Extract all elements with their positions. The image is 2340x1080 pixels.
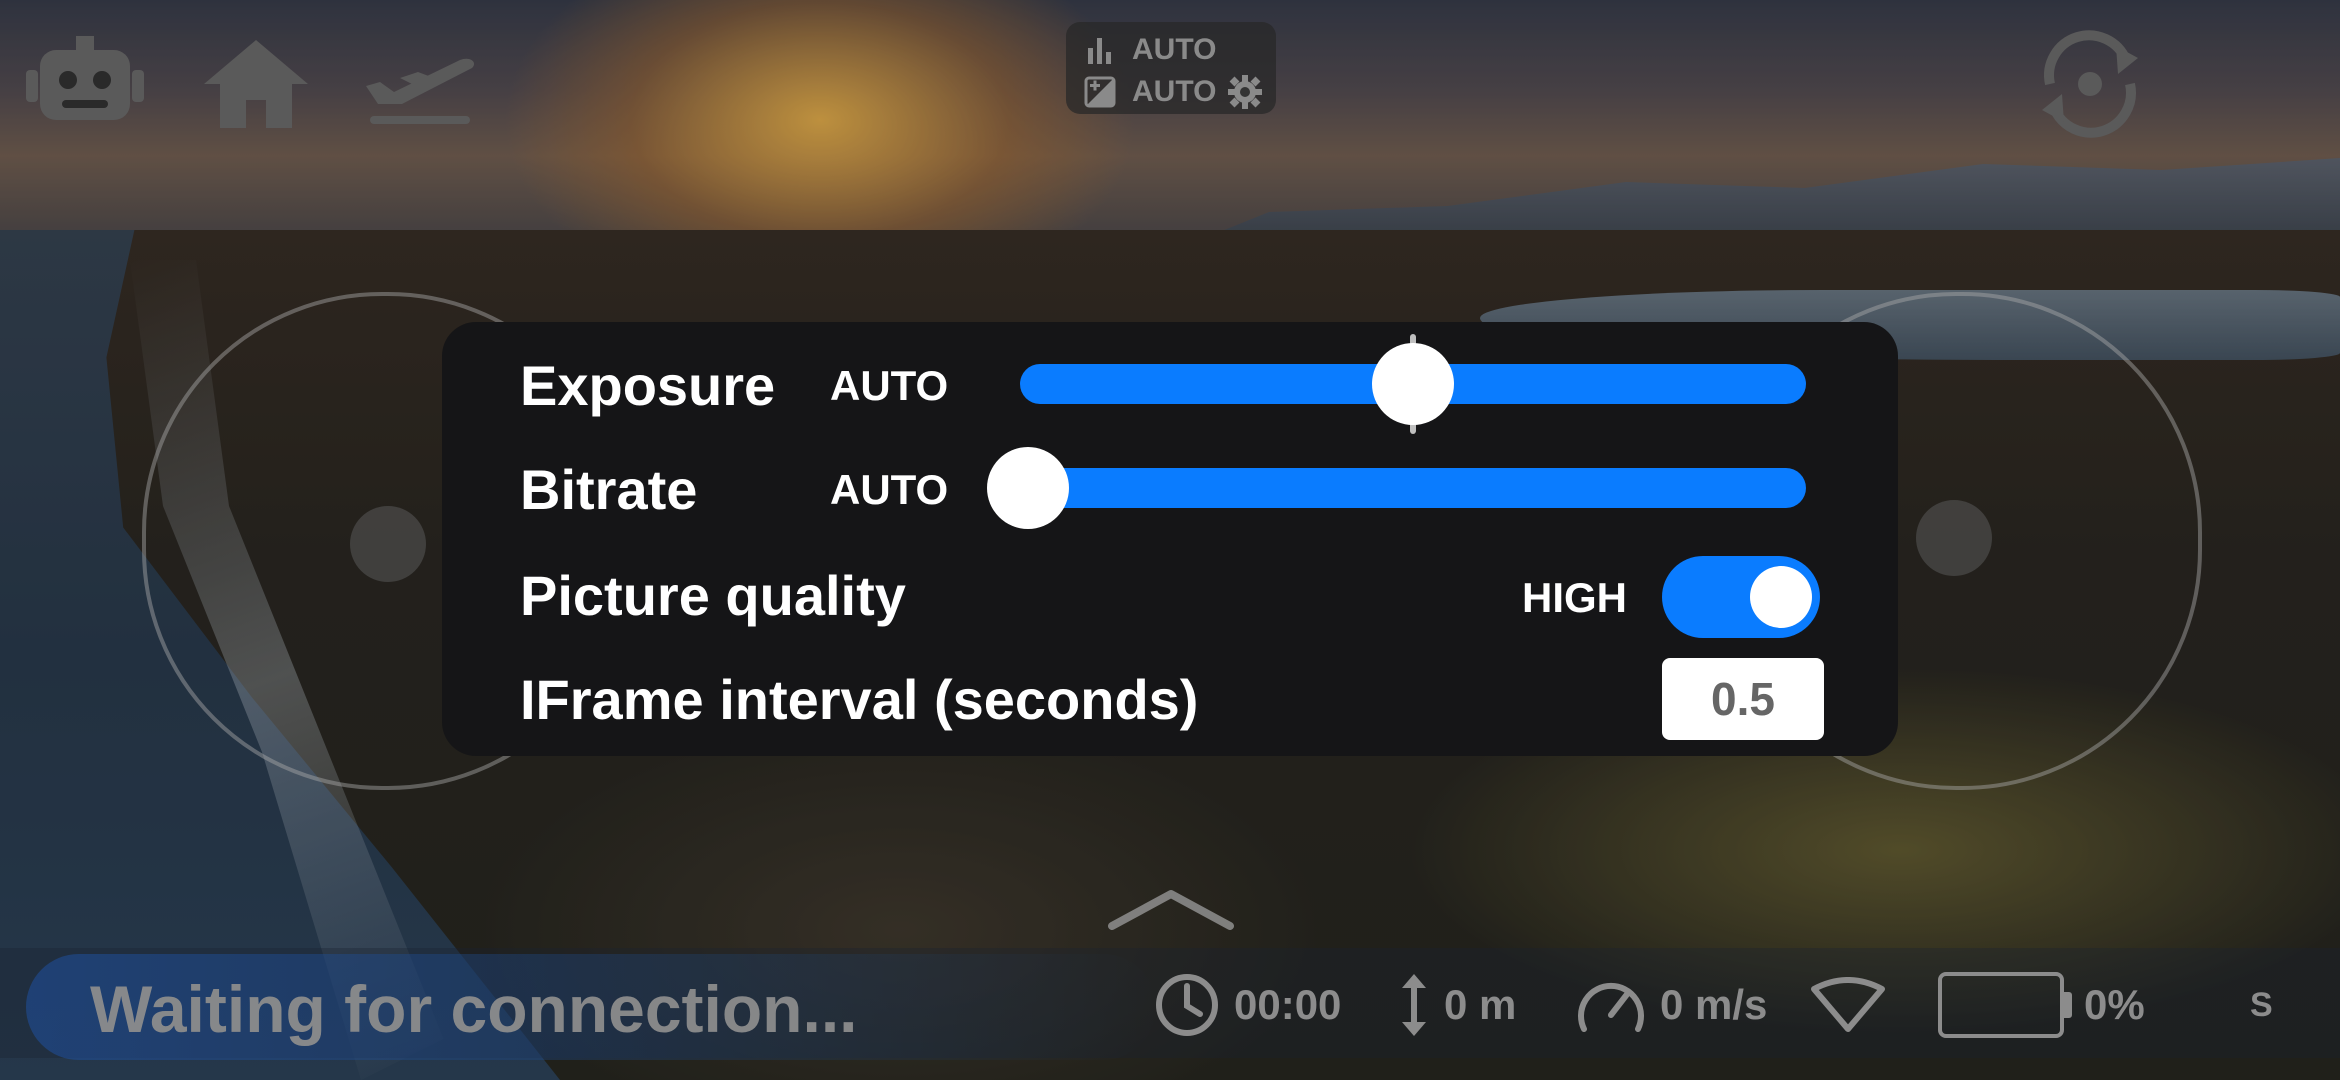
rotate-camera-icon[interactable]: [2030, 26, 2150, 142]
video-settings-panel: Exposure AUTO Bitrate AUTO Picture quali…: [442, 322, 1898, 756]
battery-icon: [1938, 972, 2072, 1038]
exposure-icon: [1084, 76, 1116, 108]
plane-takeoff-icon[interactable]: [360, 38, 480, 128]
bitrate-slider-track[interactable]: [1020, 468, 1806, 508]
battery-value: 0%: [2084, 981, 2145, 1028]
altitude-stat: 0 m: [1398, 968, 1516, 1042]
exposure-slider-thumb[interactable]: [1372, 343, 1454, 425]
picture-quality-label: Picture quality: [520, 564, 906, 627]
battery-stat: 0%: [2084, 968, 2145, 1042]
picture-quality-toggle[interactable]: [1662, 556, 1820, 638]
connection-status-text: Waiting for connection...: [90, 972, 858, 1046]
wifi-icon: [1811, 977, 1885, 1032]
speed-stat: 0 m/s: [1576, 968, 1767, 1042]
metering-mode-row: AUTO: [1084, 30, 1216, 70]
exposure-auto-label[interactable]: AUTO: [830, 354, 948, 418]
iframe-interval-label: IFrame interval (seconds): [520, 668, 1199, 731]
home-icon[interactable]: [200, 36, 312, 132]
flight-time-value: 00:00: [1234, 981, 1342, 1028]
iframe-interval-input[interactable]: [1662, 658, 1824, 740]
gear-icon[interactable]: [1228, 75, 1263, 109]
flight-mode-value: S: [2250, 985, 2273, 1024]
speedometer-icon: [1578, 983, 1644, 1032]
flight-time-stat: 00:00: [1154, 968, 1341, 1042]
speed-value: 0 m/s: [1660, 981, 1768, 1028]
clock-icon: [1156, 974, 1218, 1036]
robot-icon[interactable]: [26, 36, 144, 132]
exposure-label: Exposure: [520, 354, 776, 417]
camera-mode-indicator[interactable]: AUTO AUTO: [1066, 22, 1276, 114]
bars-icon: [1088, 38, 1111, 64]
exposure-mode-label: AUTO: [1132, 75, 1217, 108]
left-joystick-knob[interactable]: [350, 506, 426, 582]
right-joystick-knob[interactable]: [1916, 500, 1992, 576]
chevron-up-icon[interactable]: [1106, 884, 1236, 934]
altitude-value: 0 m: [1444, 981, 1517, 1028]
altitude-arrow-icon: [1402, 974, 1426, 1036]
metering-mode-label: AUTO: [1132, 33, 1217, 66]
flight-mode-stat[interactable]: S: [2250, 968, 2273, 1042]
exposure-mode-row: AUTO: [1084, 72, 1263, 112]
bitrate-label: Bitrate: [520, 458, 698, 521]
signal-stat: [1810, 968, 1900, 1042]
picture-quality-value: HIGH: [1522, 574, 1627, 621]
toggle-knob: [1750, 566, 1812, 628]
bitrate-slider-thumb[interactable]: [987, 447, 1069, 529]
bitrate-auto-label[interactable]: AUTO: [830, 458, 948, 522]
